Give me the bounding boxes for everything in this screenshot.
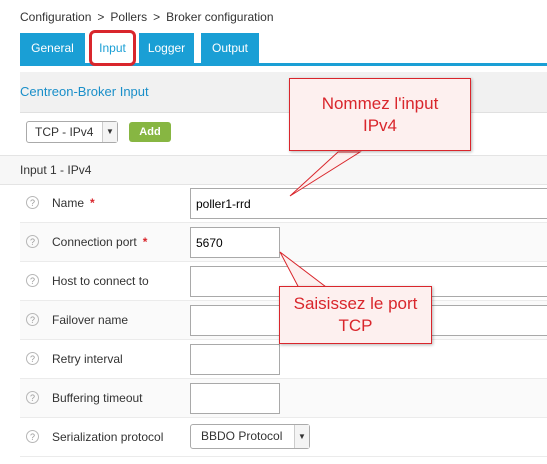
name-callout-line1: Nommez l'input xyxy=(321,94,439,113)
port-callout-line1: Saisissez le port xyxy=(293,294,418,313)
callout-pointers xyxy=(279,151,362,291)
name-callout: Nommez l'input IPv4 xyxy=(289,78,471,151)
port-callout-pointer xyxy=(279,251,332,291)
port-callout: Saisissez le port TCP xyxy=(279,286,432,344)
name-callout-pointer xyxy=(289,151,362,197)
name-callout-line2: IPv4 xyxy=(362,116,398,135)
port-callout-line2: TCP xyxy=(338,316,373,335)
